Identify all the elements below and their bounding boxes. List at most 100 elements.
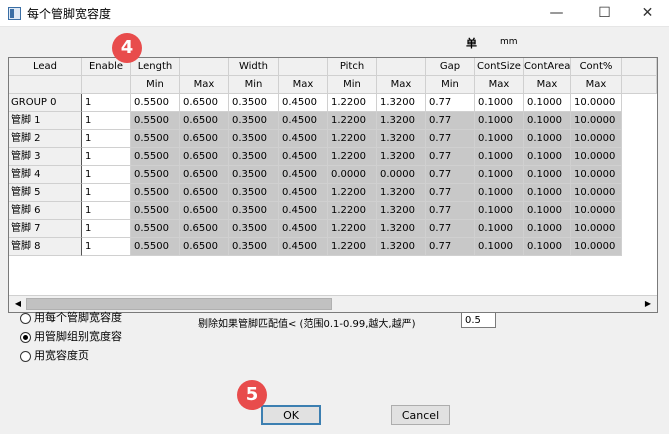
exclude-threshold-input[interactable]: 0.5 [461,312,496,328]
tolerance-value-cell[interactable]: 1.3200 [377,148,426,166]
tolerance-value-cell[interactable]: 0.1000 [475,220,524,238]
tolerance-value-cell[interactable]: 0.0000 [328,166,377,184]
tolerance-value-cell[interactable]: 1.3200 [377,220,426,238]
tolerance-value-cell[interactable]: 0.4500 [279,130,328,148]
tolerance-value-cell[interactable]: 1.2200 [328,130,377,148]
tolerance-value-cell[interactable]: 0.4500 [279,94,328,112]
enable-cell[interactable]: 1 [82,148,131,166]
tolerance-value-cell[interactable]: 0.4500 [279,184,328,202]
enable-cell[interactable]: 1 [82,112,131,130]
tolerance-value-cell[interactable]: 0.3500 [229,220,279,238]
tolerance-value-cell[interactable]: 10.0000 [571,202,622,220]
tolerance-value-cell[interactable]: 10.0000 [571,184,622,202]
tolerance-value-cell[interactable]: 0.4500 [279,166,328,184]
tolerance-value-cell[interactable]: 10.0000 [571,94,622,112]
cancel-button[interactable]: Cancel [391,405,450,425]
scroll-left-icon[interactable]: ◀ [11,297,25,311]
tolerance-value-cell[interactable]: 10.0000 [571,148,622,166]
tolerance-value-cell[interactable]: 1.2200 [328,148,377,166]
tolerance-value-cell[interactable]: 10.0000 [571,166,622,184]
ok-button[interactable]: OK [261,405,321,425]
enable-cell[interactable]: 1 [82,220,131,238]
tolerance-value-cell[interactable]: 10.0000 [571,238,622,256]
tolerance-value-cell[interactable]: 0.5500 [131,94,180,112]
tolerance-value-cell[interactable]: 0.0000 [377,166,426,184]
tolerance-value-cell[interactable]: 0.1000 [524,130,571,148]
tolerance-value-cell[interactable]: 0.77 [426,202,475,220]
tolerance-value-cell[interactable]: 0.3500 [229,148,279,166]
tolerance-value-cell[interactable]: 0.5500 [131,220,180,238]
tolerance-value-cell[interactable]: 0.1000 [475,112,524,130]
tolerance-value-cell[interactable]: 0.5500 [131,202,180,220]
tolerance-value-cell[interactable]: 0.6500 [180,220,229,238]
tolerance-value-cell[interactable]: 0.1000 [475,130,524,148]
tolerance-value-cell[interactable]: 0.5500 [131,148,180,166]
tolerance-value-cell[interactable]: 0.1000 [475,184,524,202]
tolerance-value-cell[interactable]: 1.2200 [328,94,377,112]
tolerance-value-cell[interactable]: 0.1000 [475,202,524,220]
tolerance-value-cell[interactable]: 0.1000 [524,220,571,238]
enable-cell[interactable]: 1 [82,130,131,148]
tolerance-value-cell[interactable]: 0.77 [426,220,475,238]
tolerance-value-cell[interactable]: 0.5500 [131,112,180,130]
tolerance-value-cell[interactable]: 0.1000 [524,202,571,220]
tolerance-value-cell[interactable]: 0.1000 [524,166,571,184]
tolerance-grid[interactable]: ◀ ▶ Lead Enable Length Min Max Width Min Max Pit… [8,57,658,313]
radio-button[interactable] [20,351,31,362]
tolerance-value-cell[interactable]: 0.5500 [131,184,180,202]
tolerance-value-cell[interactable]: 0.6500 [180,184,229,202]
tolerance-value-cell[interactable]: 0.77 [426,166,475,184]
enable-cell[interactable]: 1 [82,238,131,256]
radio-button[interactable] [20,313,31,324]
tolerance-value-cell[interactable]: 0.77 [426,112,475,130]
tolerance-value-cell[interactable]: 0.1000 [475,148,524,166]
tolerance-value-cell[interactable]: 0.6500 [180,112,229,130]
tolerance-value-cell[interactable]: 1.3200 [377,184,426,202]
tolerance-value-cell[interactable]: 0.6500 [180,238,229,256]
scroll-right-icon[interactable]: ▶ [641,297,655,311]
scroll-thumb[interactable] [26,298,332,310]
tolerance-value-cell[interactable]: 0.1000 [475,238,524,256]
tolerance-value-cell[interactable]: 0.77 [426,130,475,148]
tolerance-value-cell[interactable]: 1.3200 [377,94,426,112]
tolerance-value-cell[interactable]: 0.4500 [279,202,328,220]
tolerance-value-cell[interactable]: 0.3500 [229,94,279,112]
tolerance-value-cell[interactable]: 0.1000 [524,148,571,166]
tolerance-value-cell[interactable]: 1.2200 [328,184,377,202]
tolerance-value-cell[interactable]: 1.2200 [328,202,377,220]
tolerance-value-cell[interactable]: 0.1000 [475,166,524,184]
tolerance-value-cell[interactable]: 0.77 [426,148,475,166]
tolerance-value-cell[interactable]: 0.3500 [229,130,279,148]
tolerance-value-cell[interactable]: 0.6500 [180,148,229,166]
tolerance-value-cell[interactable]: 0.3500 [229,202,279,220]
tolerance-value-cell[interactable]: 10.0000 [571,130,622,148]
tolerance-value-cell[interactable]: 0.4500 [279,148,328,166]
tolerance-value-cell[interactable]: 0.6500 [180,202,229,220]
tolerance-value-cell[interactable]: 1.2200 [328,112,377,130]
tolerance-value-cell[interactable]: 0.1000 [524,184,571,202]
tolerance-value-cell[interactable]: 1.2200 [328,220,377,238]
tolerance-value-cell[interactable]: 0.1000 [524,238,571,256]
radio-button-selected[interactable] [20,332,31,343]
minimize-icon[interactable]: — [534,0,579,26]
tolerance-value-cell[interactable]: 1.3200 [377,130,426,148]
enable-cell[interactable]: 1 [82,184,131,202]
maximize-icon[interactable]: ☐ [582,0,627,26]
tolerance-value-cell[interactable]: 0.77 [426,94,475,112]
tolerance-value-cell[interactable]: 0.5500 [131,166,180,184]
tolerance-value-cell[interactable]: 0.5500 [131,238,180,256]
tolerance-value-cell[interactable]: 0.6500 [180,166,229,184]
tolerance-value-cell[interactable]: 1.3200 [377,238,426,256]
tolerance-value-cell[interactable]: 0.77 [426,184,475,202]
enable-cell[interactable]: 1 [82,166,131,184]
tolerance-value-cell[interactable]: 0.1000 [524,94,571,112]
tolerance-value-cell[interactable]: 0.3500 [229,238,279,256]
tolerance-value-cell[interactable]: 0.4500 [279,220,328,238]
tolerance-value-cell[interactable]: 1.3200 [377,112,426,130]
tolerance-value-cell[interactable]: 1.3200 [377,202,426,220]
close-icon[interactable]: ✕ [625,0,669,26]
tolerance-value-cell[interactable]: 10.0000 [571,220,622,238]
tolerance-value-cell[interactable]: 10.0000 [571,112,622,130]
tolerance-value-cell[interactable]: 0.6500 [180,94,229,112]
tolerance-value-cell[interactable]: 0.3500 [229,112,279,130]
